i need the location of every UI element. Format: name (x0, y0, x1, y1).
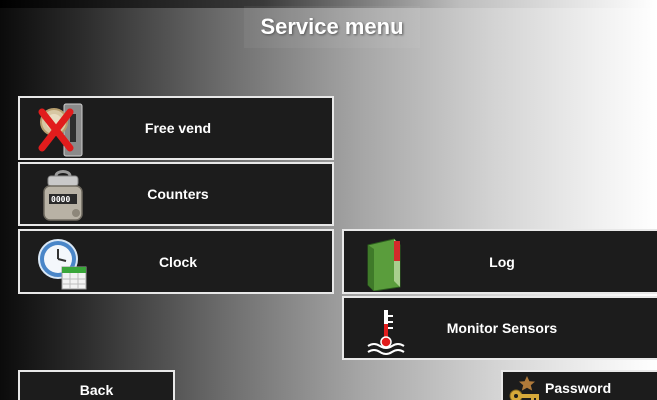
counters-button[interactable]: 0000 Counters (18, 162, 334, 226)
clock-label: Clock (158, 253, 198, 270)
back-button[interactable]: Back (18, 370, 175, 400)
clock-button[interactable]: Clock (18, 229, 334, 294)
log-button[interactable]: Log (342, 229, 657, 294)
page-title: Service menu (244, 6, 420, 48)
key-icon (509, 376, 539, 400)
monitor-sensors-button[interactable]: Monitor Sensors (342, 296, 657, 360)
log-label: Log (489, 253, 515, 270)
counters-label: Counters (147, 186, 209, 202)
password-button[interactable]: Password (501, 370, 657, 400)
free-vend-button[interactable]: Free vend (18, 96, 334, 160)
free-vend-label: Free vend (144, 120, 212, 136)
monitor-sensors-label: Monitor Sensors (446, 320, 558, 336)
password-label: Password (545, 380, 612, 396)
back-label: Back (79, 382, 114, 398)
service-menu-screen: Service menu Free vend 0000 Counters Clo… (0, 0, 657, 400)
